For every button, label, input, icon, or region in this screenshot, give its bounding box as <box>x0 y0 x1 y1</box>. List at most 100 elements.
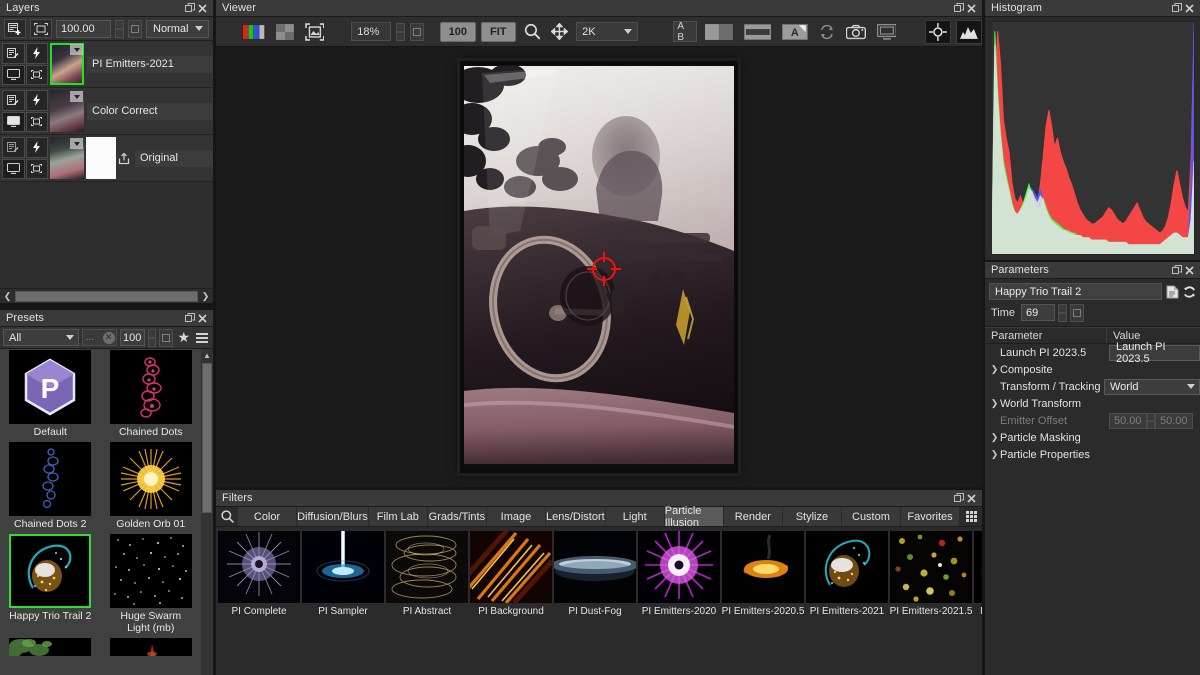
preset-thumbnail[interactable] <box>9 534 91 608</box>
scrollbar-thumb[interactable] <box>202 363 212 513</box>
chevron-right-icon[interactable]: ❯ <box>989 449 1000 460</box>
document-icon[interactable] <box>1166 285 1179 298</box>
bolt-icon[interactable] <box>26 137 49 158</box>
time-input[interactable]: 69 <box>1021 304 1055 321</box>
effect-name-field[interactable]: Happy Trio Trail 2 <box>989 283 1162 300</box>
viewer-canvas[interactable] <box>216 47 982 487</box>
chevron-down-icon[interactable] <box>70 138 83 149</box>
frame-icon[interactable] <box>26 159 49 180</box>
monitor-icon[interactable] <box>2 65 25 86</box>
list-item[interactable]: Happy Trio Trail 2 <box>0 533 101 637</box>
list-item[interactable]: P Default <box>0 349 101 441</box>
table-row[interactable]: ❯Particle Masking <box>985 429 1200 446</box>
preset-category-select[interactable]: All <box>3 329 79 346</box>
time-stepper[interactable] <box>1058 304 1067 322</box>
viewer-image[interactable] <box>460 61 738 473</box>
filter-thumbnail[interactable] <box>974 531 982 603</box>
add-layer-icon[interactable] <box>4 19 26 38</box>
layers-horizontal-scrollbar[interactable]: ❮ ❯ <box>0 288 213 303</box>
tab-stylize[interactable]: Stylize <box>783 507 842 526</box>
edit-icon[interactable] <box>2 90 25 111</box>
transform-tracking-select[interactable]: World <box>1104 379 1200 395</box>
filter-thumbnail[interactable] <box>218 531 300 603</box>
filter-thumbnail[interactable] <box>722 531 804 603</box>
tab-favorites[interactable]: Favorites <box>901 507 960 526</box>
zoom-level-input[interactable]: 18% <box>351 22 391 41</box>
preset-size-input[interactable]: 100 <box>120 329 145 346</box>
tab-film-lab[interactable]: Film Lab <box>369 507 428 526</box>
list-item[interactable]: PI Background <box>470 531 552 617</box>
preset-thumbnail[interactable] <box>9 442 91 516</box>
refresh-icon[interactable] <box>1183 285 1196 298</box>
layer-name[interactable]: Original <box>135 150 213 167</box>
rgb-channels-icon[interactable] <box>240 21 268 42</box>
alpha-checker-icon[interactable] <box>273 21 297 42</box>
chevron-down-icon[interactable] <box>70 91 83 102</box>
fit-image-icon[interactable] <box>302 21 328 42</box>
list-item[interactable]: Chained Dots <box>101 349 202 441</box>
preset-size-stepper[interactable] <box>148 329 157 347</box>
table-row[interactable]: Original <box>0 135 213 182</box>
search-icon[interactable] <box>216 507 238 526</box>
list-item[interactable]: Chained Dots 2 <box>0 441 101 533</box>
scroll-right-icon[interactable]: ❯ <box>200 290 211 302</box>
tab-grads-tints[interactable]: Grads/Tints <box>428 507 487 526</box>
close-icon[interactable] <box>1183 264 1196 277</box>
float-icon[interactable] <box>183 2 196 15</box>
histogram-toggle-icon[interactable] <box>956 20 982 44</box>
split-view-icon[interactable] <box>702 21 736 42</box>
list-item[interactable]: PI Emitters-2021.5 <box>890 531 972 617</box>
bolt-icon[interactable] <box>26 90 49 111</box>
table-row[interactable]: Launch PI 2023.5 Launch PI 2023.5 <box>985 344 1200 361</box>
share-icon[interactable] <box>116 137 132 179</box>
close-icon[interactable] <box>965 2 978 15</box>
magnifier-icon[interactable] <box>521 21 544 42</box>
preset-thumbnail[interactable] <box>110 638 192 656</box>
list-item[interactable]: Golden Orb 01 <box>101 441 202 533</box>
list-item[interactable]: PI Dust-Fog <box>554 531 636 617</box>
list-item[interactable] <box>0 637 101 661</box>
table-row[interactable]: Color Correct <box>0 88 213 135</box>
blend-mode-select[interactable]: Normal <box>146 20 209 38</box>
preset-size-reset-button[interactable] <box>159 329 173 347</box>
loop-icon[interactable] <box>816 21 838 42</box>
zoom-100-button[interactable]: 100 <box>440 22 476 42</box>
filter-thumbnail[interactable] <box>470 531 552 603</box>
monitor-icon[interactable] <box>2 112 25 133</box>
launch-pi-button[interactable]: Launch PI 2023.5 <box>1109 345 1200 361</box>
float-icon[interactable] <box>952 2 965 15</box>
tab-image[interactable]: Image <box>487 507 546 526</box>
tab-particle-illusion[interactable]: Particle Illusion <box>665 507 724 526</box>
bolt-icon[interactable] <box>26 43 49 64</box>
resolution-select[interactable]: 2K <box>576 22 637 41</box>
list-item[interactable]: PI <box>974 531 982 617</box>
preset-thumbnail[interactable] <box>110 534 192 608</box>
table-row[interactable]: ❯Particle Properties <box>985 446 1200 463</box>
a-overlay-icon[interactable]: A <box>779 21 811 42</box>
filter-thumbnail[interactable] <box>302 531 384 603</box>
edit-icon[interactable] <box>2 43 25 64</box>
tab-custom[interactable]: Custom <box>842 507 901 526</box>
list-item[interactable]: PI Sampler <box>302 531 384 617</box>
close-icon[interactable] <box>965 492 978 505</box>
snapshot-camera-icon[interactable] <box>843 21 869 42</box>
list-item[interactable]: PI Abstract <box>386 531 468 617</box>
preset-thumbnail[interactable] <box>110 442 192 516</box>
close-icon[interactable] <box>196 2 209 15</box>
preset-search-input[interactable]: ... ✕ <box>82 329 117 346</box>
pan-move-icon[interactable] <box>548 21 571 42</box>
layer-mask-thumbnail[interactable] <box>86 137 116 179</box>
list-item[interactable]: PI Emitters-2020.5 <box>722 531 804 617</box>
tab-color[interactable]: Color <box>238 507 297 526</box>
grid-view-icon[interactable] <box>960 507 982 526</box>
table-row[interactable]: Transform / Tracking World <box>985 378 1200 395</box>
layer-thumbnail[interactable] <box>50 43 84 85</box>
preset-thumbnail[interactable] <box>9 638 91 656</box>
broadcast-monitor-icon[interactable] <box>874 21 900 42</box>
preset-thumbnail[interactable] <box>110 350 192 424</box>
layer-opacity-input[interactable]: 100.00 <box>56 20 111 38</box>
list-item[interactable] <box>101 637 202 661</box>
tab-lens-distort[interactable]: Lens/Distort <box>546 507 606 526</box>
chevron-right-icon[interactable]: ❯ <box>989 364 1000 375</box>
list-item[interactable]: PI Emitters-2021 <box>806 531 888 617</box>
